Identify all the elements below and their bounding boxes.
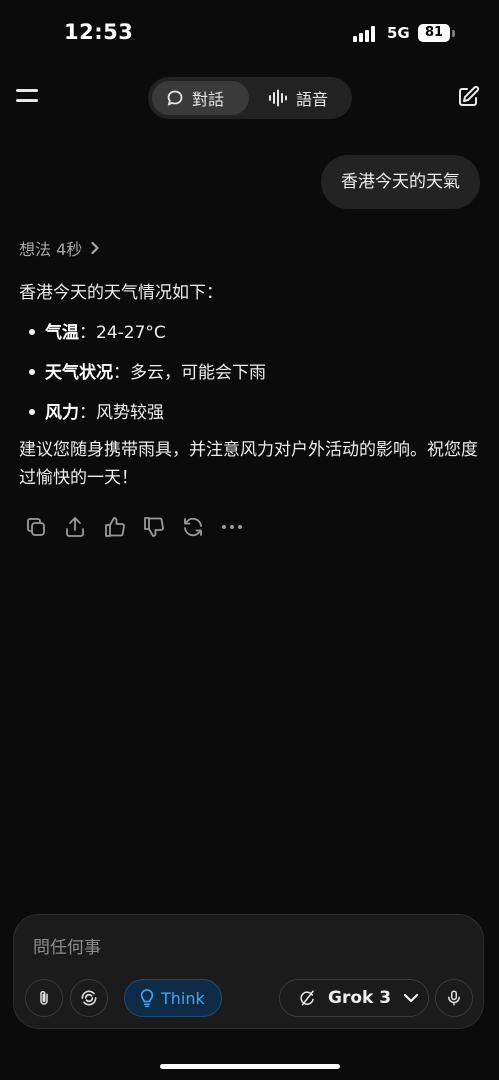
home-indicator[interactable] (160, 1064, 340, 1069)
tab-chat-label: 對話 (192, 90, 225, 109)
status-time: 12:53 (64, 20, 134, 44)
voice-wave-icon (269, 89, 287, 107)
more-icon[interactable] (220, 515, 244, 539)
thumbs-down-icon[interactable] (142, 515, 166, 539)
voice-input-button[interactable] (435, 979, 473, 1017)
share-icon[interactable] (63, 515, 87, 539)
message-input[interactable]: 問任何事 (33, 933, 101, 958)
bullet-value: ：多云，可能会下雨 (113, 363, 266, 383)
battery-cap (452, 30, 455, 37)
model-selector[interactable]: Grok 3 (279, 979, 429, 1017)
response-advice: 建议您随身携带雨具，并注意风力对户外活动的影响。祝您度过愉快的一天！ (19, 440, 478, 488)
chevron-down-icon (403, 993, 419, 1003)
mode-toggle: 對話 語音 (148, 77, 352, 119)
thought-label: 想法 4秒 (19, 240, 83, 259)
deepsearch-button[interactable] (70, 979, 108, 1017)
paperclip-icon (40, 990, 48, 1005)
regenerate-icon[interactable] (181, 515, 205, 539)
tab-chat[interactable]: 對話 (152, 81, 249, 115)
bullet-term: 天气状况 (45, 363, 113, 383)
list-item: 气温：24-27°C (19, 318, 166, 343)
bullet-value: ：24-27°C (79, 323, 166, 343)
model-logo-icon (300, 990, 314, 1006)
attach-button[interactable] (25, 979, 63, 1017)
app-screen: 12:53 5G 81 對話 語音 香港今天的天氣 想法 4秒 香港今天的天气情… (0, 0, 499, 1080)
menu-icon[interactable] (16, 87, 40, 107)
bullet-value: ：风势较强 (79, 403, 164, 423)
bullet-term: 气温 (45, 323, 79, 343)
lightbulb-icon (140, 989, 154, 1007)
copy-icon[interactable] (24, 515, 48, 539)
network-label: 5G (387, 24, 410, 42)
model-label: Grok 3 (328, 988, 392, 1008)
list-item: 风力：风势较强 (19, 398, 164, 423)
list-item: 天气状况：多云，可能会下雨 (19, 358, 266, 383)
deepsearch-swirl-icon (81, 990, 97, 1006)
thought-toggle[interactable]: 想法 4秒 (19, 236, 100, 260)
bullet-term: 风力 (45, 403, 79, 423)
thumbs-up-icon[interactable] (103, 515, 127, 539)
response-intro: 香港今天的天气情况如下： (19, 283, 223, 303)
signal-icon (353, 26, 379, 42)
think-button[interactable]: Think (124, 979, 222, 1017)
new-chat-edit-icon[interactable] (456, 85, 480, 109)
tab-voice-label: 語音 (296, 90, 329, 109)
think-label: Think (161, 988, 205, 1008)
microphone-icon (448, 990, 460, 1006)
battery-icon: 81 (418, 24, 450, 42)
status-bar: 12:53 5G 81 (0, 0, 499, 64)
user-message-bubble: 香港今天的天氣 (321, 155, 480, 209)
message-composer: 問任何事 Think Grok 3 (13, 914, 484, 1029)
chat-bubble-icon (167, 90, 183, 106)
tab-voice[interactable]: 語音 (254, 81, 348, 115)
chevron-right-icon (91, 241, 99, 255)
